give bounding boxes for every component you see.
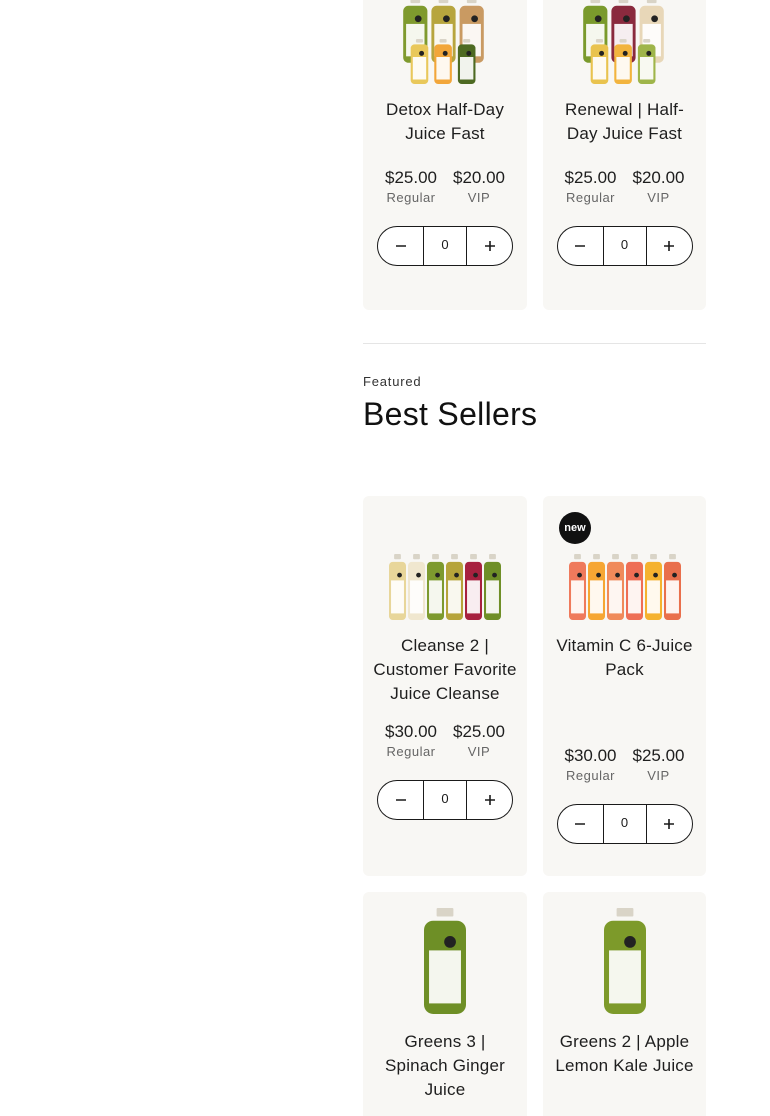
increment-button[interactable] — [647, 805, 692, 843]
juice-bottle — [568, 554, 586, 620]
product-image[interactable] — [543, 892, 706, 1018]
product-title[interactable]: Renewal | Half-Day Juice Fast — [543, 98, 706, 146]
vip-price: $20.00 VIP — [633, 168, 685, 208]
decrement-button[interactable] — [378, 227, 423, 265]
quantity-stepper: 0 — [556, 804, 693, 844]
product-title[interactable]: Detox Half-Day Juice Fast — [363, 98, 527, 146]
regular-price-label: Regular — [565, 190, 616, 205]
quantity-stepper: 0 — [556, 226, 693, 266]
quantity-stepper: 0 — [377, 226, 513, 266]
juice-bottle — [424, 908, 466, 1014]
vip-price-label: VIP — [647, 768, 670, 783]
product-image[interactable] — [543, 0, 706, 86]
price-group: $30.00 Regular $25.00 VIP — [385, 722, 505, 762]
quantity-stepper: 0 — [377, 780, 513, 820]
decrement-button[interactable] — [558, 227, 603, 265]
regular-price-amount: $25.00 — [564, 168, 617, 187]
juice-bottle — [446, 554, 463, 620]
product-image[interactable] — [363, 0, 527, 86]
juice-bottle — [625, 554, 643, 620]
product-title[interactable]: Cleanse 2 | Customer Favorite Juice Clea… — [363, 634, 527, 706]
minus-icon — [575, 245, 585, 247]
regular-price-label: Regular — [386, 190, 436, 205]
price-group: $30.00 Regular $25.00 VIP — [565, 746, 685, 786]
product-card[interactable]: Renewal | Half-Day Juice Fast $25.00 Reg… — [543, 0, 706, 310]
decrement-button[interactable] — [558, 805, 603, 843]
juice-bottle — [408, 554, 425, 620]
quantity-value[interactable]: 0 — [423, 227, 467, 265]
regular-price-label: Regular — [565, 768, 616, 783]
increment-button[interactable] — [467, 781, 512, 819]
vip-price: $25.00 VIP — [453, 722, 505, 762]
regular-price-amount: $30.00 — [564, 746, 617, 765]
juice-bottle — [613, 39, 632, 84]
product-image[interactable] — [363, 496, 527, 622]
product-title[interactable]: Vitamin C 6-Juice Pack — [543, 634, 706, 682]
minus-icon — [575, 823, 585, 825]
regular-price-amount: $25.00 — [385, 168, 437, 187]
increment-button[interactable] — [647, 227, 692, 265]
vip-price-amount: $25.00 — [632, 746, 685, 765]
juice-bottle — [457, 39, 476, 84]
vip-price-amount: $20.00 — [632, 168, 685, 187]
quantity-value[interactable]: 0 — [602, 227, 647, 265]
product-card[interactable]: Cleanse 2 | Customer Favorite Juice Clea… — [363, 496, 527, 876]
product-title[interactable]: Greens 3 | Spinach Ginger Juice — [363, 1030, 527, 1102]
quantity-value[interactable]: 0 — [423, 781, 467, 819]
product-title[interactable]: Greens 2 | Apple Lemon Kale Juice — [543, 1030, 706, 1078]
juice-bottle — [603, 908, 646, 1014]
vip-price-label: VIP — [467, 190, 491, 205]
plus-icon — [484, 241, 495, 251]
section-heading: Best Sellers — [363, 396, 538, 432]
price-group: $25.00 Regular $20.00 VIP — [565, 168, 685, 208]
quantity-value[interactable]: 0 — [602, 805, 647, 843]
minus-icon — [395, 245, 406, 247]
plus-icon — [664, 241, 674, 251]
regular-price: $25.00 Regular — [385, 168, 437, 208]
plus-icon — [664, 819, 674, 829]
section-divider — [363, 343, 706, 344]
best-sellers-grid: Cleanse 2 | Customer Favorite Juice Clea… — [363, 496, 706, 1116]
juice-bottle — [410, 39, 429, 84]
vip-price-label: VIP — [647, 190, 670, 205]
product-image[interactable] — [363, 892, 527, 1018]
section-eyebrow: Featured — [363, 374, 422, 389]
new-badge: new — [559, 512, 591, 544]
product-card[interactable]: Greens 2 | Apple Lemon Kale Juice — [543, 892, 706, 1116]
juice-bottle — [663, 554, 681, 620]
juice-bottle — [637, 39, 655, 84]
vip-price-amount: $25.00 — [453, 722, 505, 741]
vip-price-amount: $20.00 — [453, 168, 505, 187]
juice-bottle — [434, 39, 452, 84]
regular-price: $30.00 Regular — [385, 722, 437, 762]
juice-bottle — [587, 554, 605, 620]
increment-button[interactable] — [467, 227, 512, 265]
regular-price: $30.00 Regular — [565, 746, 617, 786]
product-card[interactable]: new Vitamin C 6-Juice Pack $30.00 Regula… — [543, 496, 706, 876]
plus-icon — [484, 795, 495, 805]
regular-price-amount: $30.00 — [385, 722, 437, 741]
vip-price: $25.00 VIP — [633, 746, 685, 786]
juice-bottle — [644, 554, 662, 620]
juice-bottle — [389, 554, 406, 620]
juice-bottle — [590, 39, 608, 84]
regular-price-label: Regular — [386, 744, 436, 759]
regular-price: $25.00 Regular — [565, 168, 617, 208]
minus-icon — [395, 799, 406, 801]
juice-bottle — [427, 554, 444, 620]
vip-price-label: VIP — [467, 744, 491, 759]
vip-price: $20.00 VIP — [453, 168, 505, 208]
top-product-grid: Detox Half-Day Juice Fast $25.00 Regular… — [363, 0, 706, 310]
juice-bottle — [606, 554, 624, 620]
product-card[interactable]: Greens 3 | Spinach Ginger Juice — [363, 892, 527, 1116]
juice-bottle — [484, 554, 501, 620]
price-group: $25.00 Regular $20.00 VIP — [385, 168, 505, 208]
juice-bottle — [465, 554, 482, 620]
product-card[interactable]: Detox Half-Day Juice Fast $25.00 Regular… — [363, 0, 527, 310]
decrement-button[interactable] — [378, 781, 423, 819]
